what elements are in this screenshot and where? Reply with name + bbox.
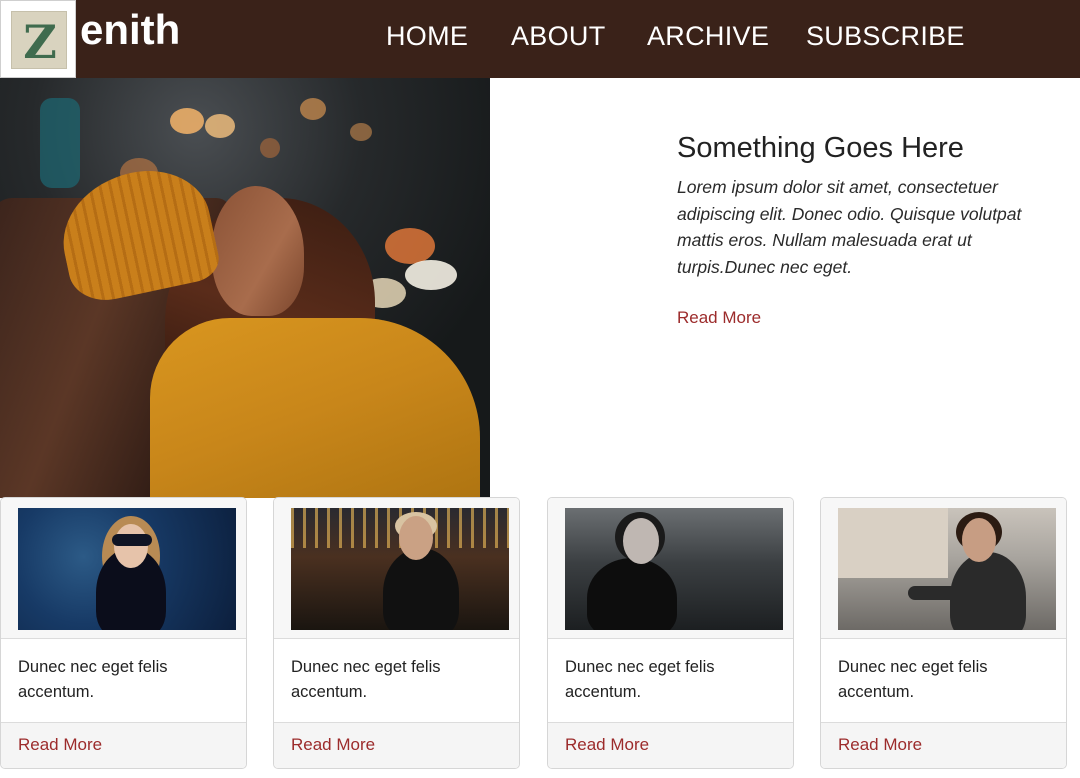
logo-tile: Z [11,11,67,69]
bokeh-light [385,228,435,264]
logo-letter: Z [23,15,57,69]
bokeh-light [40,98,80,188]
card: Dunec nec eget felis accentum. Read More [820,497,1067,769]
bokeh-light [205,114,235,138]
coat [150,318,480,498]
brand-name[interactable]: enith [80,4,180,56]
nav-home[interactable]: HOME [386,0,468,78]
featured-excerpt: Lorem ipsum dolor sit amet, consectetuer… [677,177,1022,277]
featured-title: Something Goes Here [677,132,964,164]
card-footer: Read More [548,722,793,768]
bokeh-light [350,123,372,141]
card-text: Dunec nec eget felis accentum. [18,658,168,701]
card-image-area [821,498,1066,639]
figure-face [623,518,659,564]
card-image[interactable] [18,508,236,630]
card-image[interactable] [838,508,1056,630]
logo[interactable]: Z [0,0,76,78]
figure-body [383,548,459,630]
card: Dunec nec eget felis accentum. Read More [273,497,520,769]
bokeh-light [405,260,457,290]
card-text: Dunec nec eget felis accentum. [291,658,441,701]
card-text: Dunec nec eget felis accentum. [565,658,715,701]
face [212,186,304,316]
card-footer: Read More [1,722,246,768]
figure-body [587,558,677,630]
card-image[interactable] [291,508,509,630]
nav-subscribe[interactable]: SUBSCRIBE [806,0,965,78]
figure-arm [908,586,968,600]
card: Dunec nec eget felis accentum. Read More [0,497,247,769]
card-image-area [548,498,793,639]
sunglasses [112,534,152,546]
bokeh-light [260,138,280,158]
card-read-more-link[interactable]: Read More [838,733,922,757]
card-footer: Read More [274,722,519,768]
bokeh-light [170,108,204,134]
figure-face [114,524,148,568]
figure-face [399,516,433,560]
card-image[interactable] [565,508,783,630]
building [838,508,948,578]
site-header: Z enith HOME ABOUT ARCHIVE SUBSCRIBE [0,0,1080,78]
figure-face [962,518,996,562]
card-read-more-link[interactable]: Read More [291,733,375,757]
nav-about[interactable]: ABOUT [511,0,606,78]
card-read-more-link[interactable]: Read More [565,733,649,757]
hero-image [0,78,490,498]
card: Dunec nec eget felis accentum. Read More [547,497,794,769]
card-read-more-link[interactable]: Read More [18,733,102,757]
card-footer: Read More [821,722,1066,768]
bokeh-light [300,98,326,120]
card-text: Dunec nec eget felis accentum. [838,658,988,701]
card-image-area [1,498,246,639]
nav-archive[interactable]: ARCHIVE [647,0,769,78]
featured-read-more-link[interactable]: Read More [677,306,761,330]
card-image-area [274,498,519,639]
